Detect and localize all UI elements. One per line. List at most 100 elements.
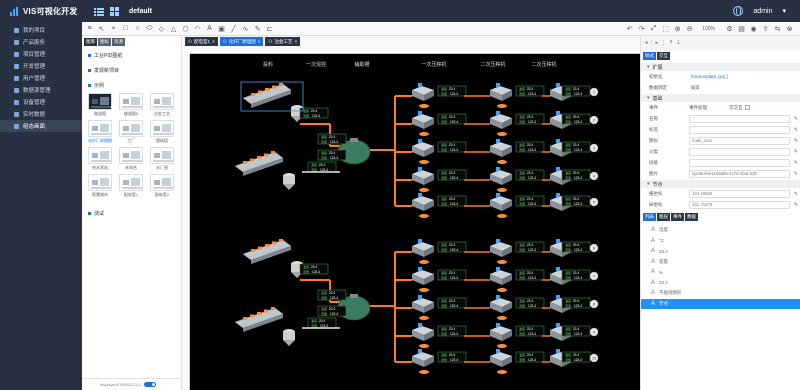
zoom-out-icon[interactable]: ⊖	[685, 24, 694, 33]
section-basic[interactable]: ▾ 基础	[641, 94, 800, 102]
pointer-icon[interactable]: ↖	[97, 24, 106, 33]
example-thumbnail[interactable]: 隧道图	[88, 93, 112, 117]
document-tab[interactable]: ⚇ 冶金工艺 ×	[265, 37, 301, 46]
interactive-checkbox[interactable]	[744, 105, 750, 110]
publish-icon[interactable]: ⇪	[761, 24, 770, 33]
edit-icon[interactable]: ✎	[794, 138, 798, 144]
grid-icon[interactable]	[110, 6, 119, 16]
diamond-icon[interactable]: ◇	[157, 24, 166, 33]
share-icon[interactable]: ⇆	[773, 24, 782, 33]
triangle-icon[interactable]: △	[169, 24, 178, 33]
distribute-icon[interactable]: ⋮	[661, 40, 666, 46]
zoom-in-icon[interactable]: ⊕	[673, 24, 682, 33]
redo-icon[interactable]: ↷	[637, 24, 646, 33]
settings-icon[interactable]: ⚙	[725, 24, 734, 33]
layer-list-item[interactable]: A 不规则图形	[641, 288, 800, 299]
arc-icon[interactable]: ◠	[193, 24, 202, 33]
tab-resources[interactable]: 资源	[112, 38, 125, 46]
tab-style[interactable]: 样式	[643, 52, 656, 60]
section-extension[interactable]: ▾ 扩展	[641, 63, 800, 71]
edit-icon[interactable]: ✎	[794, 191, 798, 197]
circle-icon[interactable]: ○	[133, 24, 142, 33]
save-icon[interactable]: ▤	[737, 24, 746, 33]
example-thumbnail[interactable]: 给水泵站	[88, 147, 112, 171]
diagram-stage[interactable]: 投料 一次混捏 辅助槽 一次压榨机 二次压榨机 二次压榨机 温度 23.4 流量 123.4 温度 2…	[190, 54, 640, 390]
section-examples[interactable]: 示例	[82, 78, 181, 93]
property-input[interactable]: node_icon ✎	[689, 136, 798, 145]
project-name[interactable]: default	[129, 8, 152, 15]
text-icon[interactable]: A	[205, 24, 214, 33]
sidebar-item[interactable]: 设备管理	[0, 96, 82, 108]
close-icon[interactable]: ⊗	[785, 24, 794, 33]
preview-icon[interactable]: ◉	[749, 24, 758, 33]
pipe-icon[interactable]: ⊏	[265, 24, 274, 33]
sidebar-item[interactable]: 实时数据	[0, 108, 82, 120]
example-thumbnail[interactable]: 脱硫塔	[150, 120, 174, 144]
example-thumbnail[interactable]: 未命名	[119, 147, 143, 171]
image-icon[interactable]: ▣	[217, 24, 226, 33]
ellipse-icon[interactable]: ⬭	[145, 24, 154, 33]
align-center-icon[interactable]: ⫶	[651, 40, 652, 46]
app-logo[interactable]: VIS可视化开发	[0, 6, 82, 17]
property-input[interactable]: 编辑	[689, 84, 790, 92]
sidebar-item[interactable]: 组态画面	[0, 120, 82, 132]
menu-icon[interactable]: ≡	[85, 24, 94, 33]
pen-icon[interactable]: ✎	[253, 24, 262, 33]
chevron-down-icon[interactable]: ▾	[782, 7, 786, 15]
example-thumbnail[interactable]: 工厂	[119, 120, 143, 144]
undo-icon[interactable]: ↶	[625, 24, 634, 33]
layer-list-item[interactable]: A 23.4	[641, 278, 800, 289]
close-tab-icon[interactable]: ×	[258, 39, 261, 44]
layer-list-item[interactable]: A 23.4	[641, 246, 800, 257]
layer-list-item[interactable]: A 容量	[641, 257, 800, 268]
tab-data[interactable]: 数据	[685, 213, 698, 221]
layer-up-icon[interactable]: ⇡	[669, 40, 673, 46]
curve-icon[interactable]: ∿	[241, 24, 250, 33]
tab-interaction[interactable]: 交互	[657, 52, 670, 60]
edit-point-icon[interactable]: ⌖	[109, 24, 118, 33]
sidebar-item[interactable]: 产品服务	[0, 36, 82, 48]
close-tab-icon[interactable]: ×	[294, 39, 297, 44]
section-node[interactable]: ▾ 节点	[641, 180, 800, 188]
example-thumbnail[interactable]: 隧道图2	[119, 93, 143, 117]
edit-icon[interactable]: ✎	[794, 116, 798, 122]
globe-icon[interactable]	[733, 6, 744, 16]
sidebar-item[interactable]: 数据源管理	[0, 84, 82, 96]
tab-gallery[interactable]: 图库	[84, 38, 97, 46]
example-thumbnail[interactable]: 冶金工艺	[150, 93, 174, 117]
edit-icon[interactable]: ✎	[794, 202, 798, 208]
sidebar-item[interactable]: 开发管理	[0, 60, 82, 72]
align-right-icon[interactable]: ⫸	[655, 40, 658, 46]
section-pid[interactable]: 工业PID图纸	[82, 48, 181, 63]
layer-list-item[interactable]: A%	[641, 267, 800, 278]
toggle-switch[interactable]	[144, 382, 157, 387]
document-tab[interactable]: ⚇ 配电室1 ×	[185, 37, 218, 46]
sidebar-item[interactable]: 我的项目	[0, 24, 82, 36]
layer-down-icon[interactable]: ⇣	[676, 40, 680, 46]
close-tab-icon[interactable]: ×	[212, 39, 215, 44]
line-icon[interactable]: ╱	[229, 24, 238, 33]
sidebar-item[interactable]: 用户管理	[0, 72, 82, 84]
polygon-icon[interactable]: ⬡	[181, 24, 190, 33]
property-input[interactable]: ✎	[689, 147, 798, 156]
example-thumbnail[interactable]: 化纤厂原理图	[88, 120, 112, 144]
process-diagram[interactable]: 投料 一次混捏 辅助槽 一次压榨机 二次压榨机 二次压榨机温度 23.4流量 123.4温度 2…	[190, 54, 640, 390]
section-new-project[interactable]: 发现新项目	[82, 63, 181, 78]
event-handler-link[interactable]: 事件处理	[689, 105, 729, 111]
tab-icons[interactable]: 图标	[98, 38, 111, 46]
property-input[interactable]: ✎	[689, 114, 798, 123]
edit-icon[interactable]: ✎	[794, 127, 798, 133]
tab-list[interactable]: 列表	[643, 213, 656, 221]
edit-icon[interactable]: ✎	[794, 171, 798, 177]
zoom-level[interactable]: 100%	[702, 26, 715, 32]
edit-icon[interactable]: ✎	[794, 160, 798, 166]
layer-list-item[interactable]: A 节点	[641, 298, 800, 309]
align-left-icon[interactable]: ⫷	[645, 40, 648, 46]
property-input[interactable]: function(data, gc){ }	[689, 73, 790, 81]
layer-list-item[interactable]: A °C	[641, 236, 800, 247]
example-thumbnail[interactable]: 智慧城市	[88, 174, 112, 198]
property-input[interactable]: ✎	[689, 158, 798, 167]
property-input[interactable]: 241.71679 ✎	[689, 200, 798, 209]
property-input[interactable]: symbols/e1169ab6-1c7d-4fad-b35 ✎	[689, 169, 798, 178]
section-test[interactable]: 测试	[82, 206, 181, 221]
